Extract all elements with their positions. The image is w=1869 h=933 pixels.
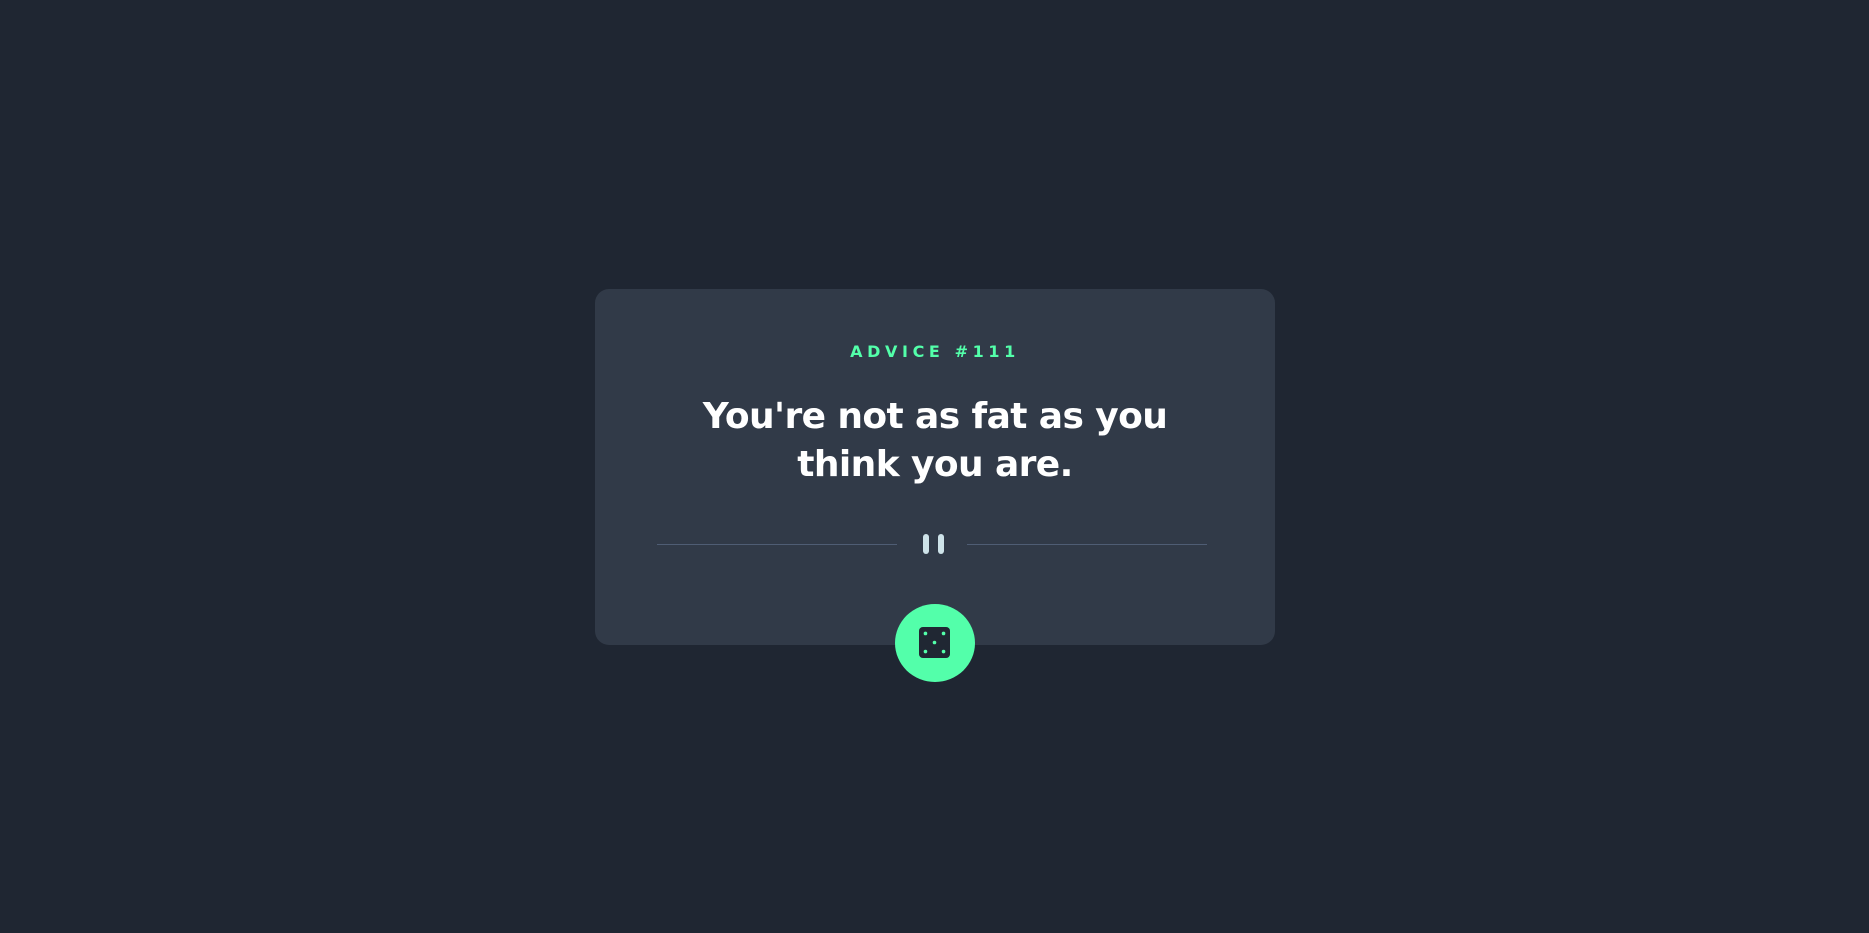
pause-icon — [921, 534, 947, 556]
generate-advice-button[interactable] — [895, 604, 975, 682]
divider-line-right — [967, 544, 1207, 545]
dice-icon — [919, 627, 950, 658]
advice-number-label: ADVICE #111 — [850, 342, 1020, 361]
pause-bar-left — [923, 534, 929, 554]
advice-quote: You're not as fat as you think you are. — [702, 396, 1168, 485]
pause-bar-right — [938, 534, 944, 554]
divider-line-left — [657, 544, 897, 545]
advice-card: ADVICE #111 You're not as fat as you thi… — [595, 289, 1275, 645]
